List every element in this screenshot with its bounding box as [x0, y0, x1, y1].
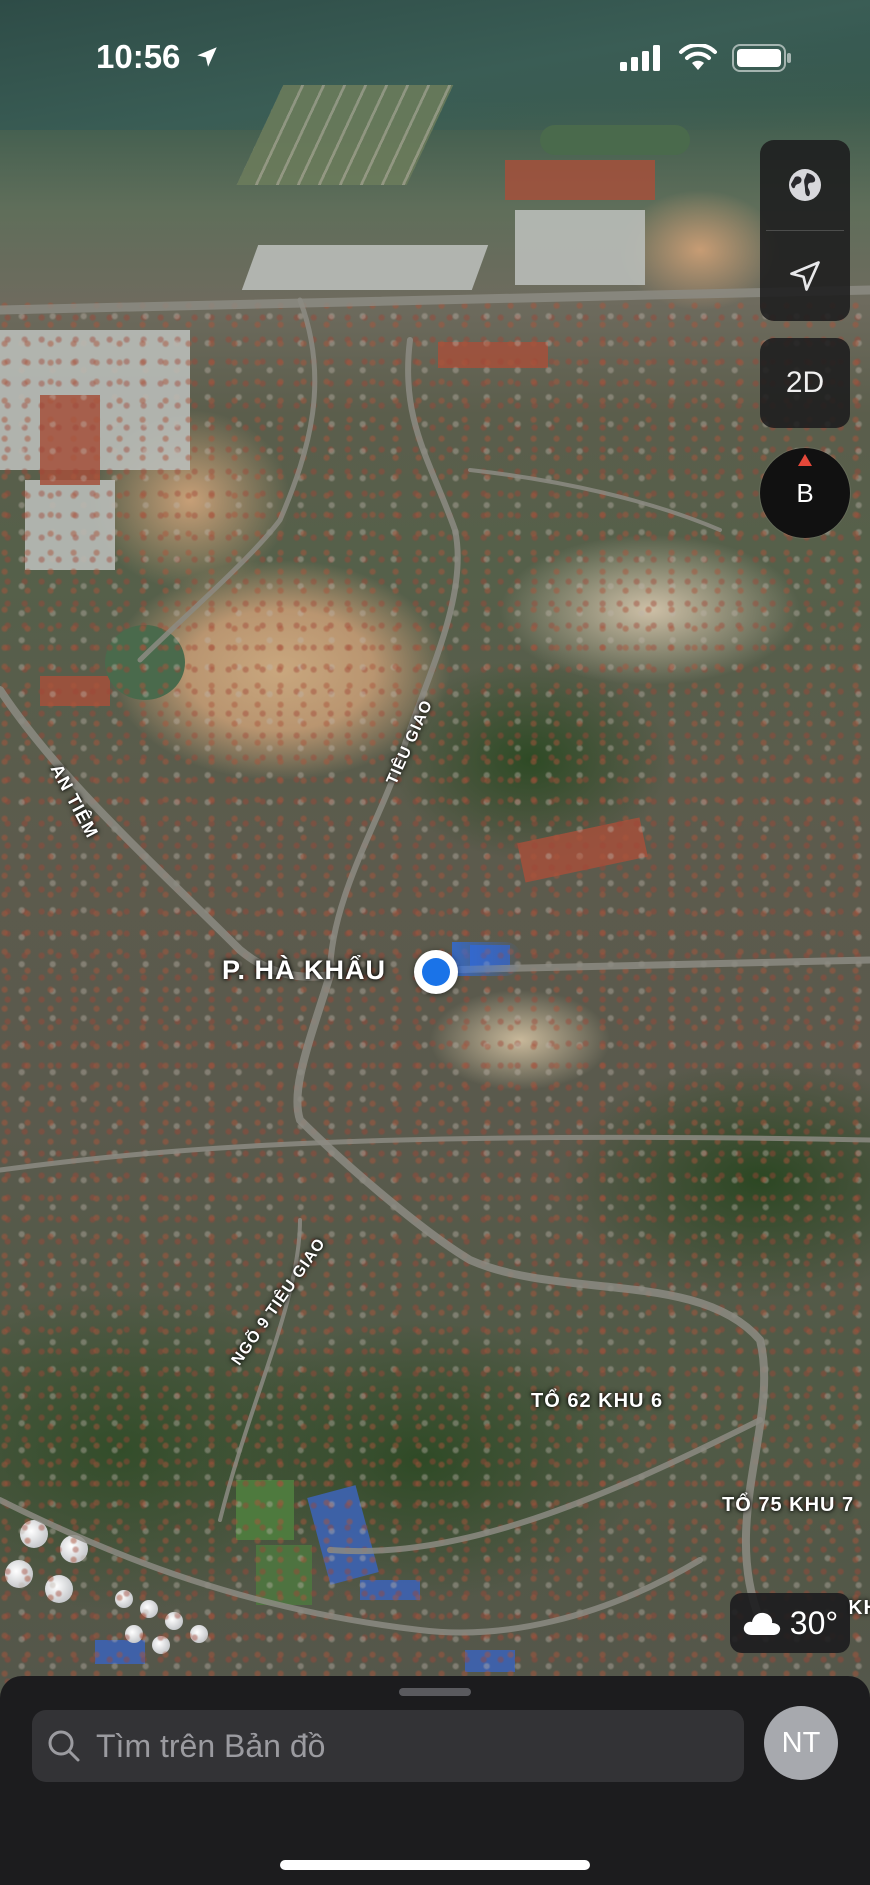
compass-needle-icon: [798, 454, 812, 466]
road: [327, 1417, 763, 1555]
compass-button[interactable]: B: [760, 448, 850, 538]
view-mode-button[interactable]: 2D: [760, 338, 850, 428]
sheet-grabber[interactable]: [399, 1688, 471, 1696]
road: [293, 971, 769, 1624]
clock: 10:56: [96, 38, 181, 75]
account-avatar[interactable]: NT: [764, 1706, 838, 1780]
weather-widget[interactable]: 30°: [730, 1593, 850, 1653]
user-location-dot: [422, 958, 450, 986]
search-placeholder: Tìm trên Bản đồ: [96, 1727, 326, 1764]
view-mode-group: 2D: [760, 338, 850, 428]
battery-icon: [732, 44, 791, 72]
road-tieu-giao: [327, 337, 461, 978]
cellular-signal-icon: [620, 45, 660, 71]
road: [0, 1497, 703, 1636]
bottom-sheet[interactable]: Tìm trên Bản đồ NT: [0, 1676, 870, 1885]
heading-cone: [452, 942, 522, 976]
area-label-partial: KH: [848, 1597, 870, 1619]
home-indicator[interactable]: [280, 1860, 590, 1870]
area-label-to62-khu6: TỔ 62 KHU 6: [531, 1390, 664, 1412]
search-field[interactable]: Tìm trên Bản đồ: [32, 1710, 744, 1782]
road-an-tiem: [0, 686, 334, 981]
map-controls-group: [760, 140, 850, 321]
compass-direction: B: [796, 477, 814, 508]
search-icon: [48, 1730, 80, 1762]
road: [0, 285, 870, 315]
status-icons: [620, 44, 792, 72]
road: [0, 1134, 870, 1173]
map-style-button[interactable]: [760, 140, 850, 230]
wifi-icon: [679, 44, 717, 70]
location-arrow-icon: [790, 261, 820, 291]
globe-icon: [789, 169, 821, 201]
district-label: P. HÀ KHẨU: [222, 955, 387, 985]
temperature: 30°: [789, 1604, 839, 1641]
road: [468, 468, 722, 532]
cloud-icon: [743, 1612, 780, 1635]
road-ngo9: [218, 1218, 302, 1522]
status-time: 10:56: [96, 38, 220, 76]
area-label-to75-khu7: TỔ 75 KHU 7: [722, 1494, 855, 1516]
road: [137, 297, 318, 663]
location-services-icon: [196, 47, 217, 67]
track-location-button[interactable]: [760, 231, 850, 321]
user-location-marker[interactable]: [414, 950, 458, 994]
